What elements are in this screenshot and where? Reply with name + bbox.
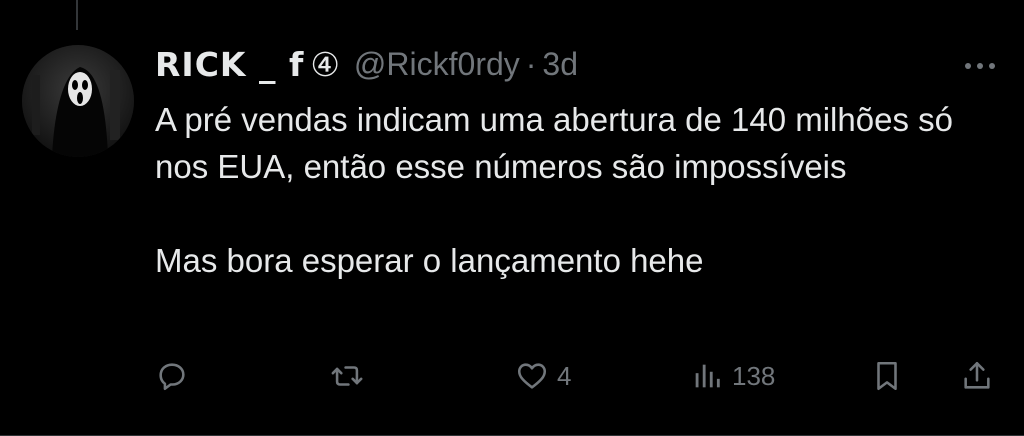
views-icon xyxy=(695,364,720,388)
tweet-header: RICK _ f ④ @Rickf0rdy · 3d xyxy=(155,38,578,90)
reply-button[interactable] xyxy=(155,354,189,398)
reply-icon xyxy=(159,363,185,391)
views-button[interactable]: 138 xyxy=(690,354,775,398)
avatar-image xyxy=(22,45,134,157)
share-icon xyxy=(964,361,990,389)
tweet-paragraph: A pré vendas indicam uma abertura de 140… xyxy=(155,101,953,185)
bookmark-button[interactable] xyxy=(870,354,904,398)
action-bar: 4 138 xyxy=(155,354,1005,398)
tweet[interactable]: RICK _ f ④ @Rickf0rdy · 3d A pré vendas … xyxy=(0,0,1024,436)
separator-dot: · xyxy=(525,45,537,82)
user-handle[interactable]: @Rickf0rdy xyxy=(354,46,520,83)
avatar[interactable] xyxy=(22,45,134,157)
more-options-button[interactable] xyxy=(958,48,1002,84)
retweet-button[interactable] xyxy=(330,354,364,398)
more-icon xyxy=(965,63,995,69)
timestamp[interactable]: 3d xyxy=(542,46,578,83)
display-name[interactable]: RICK _ f xyxy=(155,45,304,84)
tweet-text: A pré vendas indicam uma abertura de 140… xyxy=(155,96,995,284)
retweet-icon xyxy=(331,366,363,386)
like-count: 4 xyxy=(557,360,572,391)
heart-icon xyxy=(517,363,547,389)
views-count: 138 xyxy=(732,360,776,391)
like-button[interactable]: 4 xyxy=(515,354,571,398)
tweet-paragraph: Mas bora esperar o lançamento hehe xyxy=(155,242,704,279)
share-button[interactable] xyxy=(960,354,994,398)
bookmark-icon xyxy=(877,361,897,391)
name-badge: ④ xyxy=(310,44,340,84)
